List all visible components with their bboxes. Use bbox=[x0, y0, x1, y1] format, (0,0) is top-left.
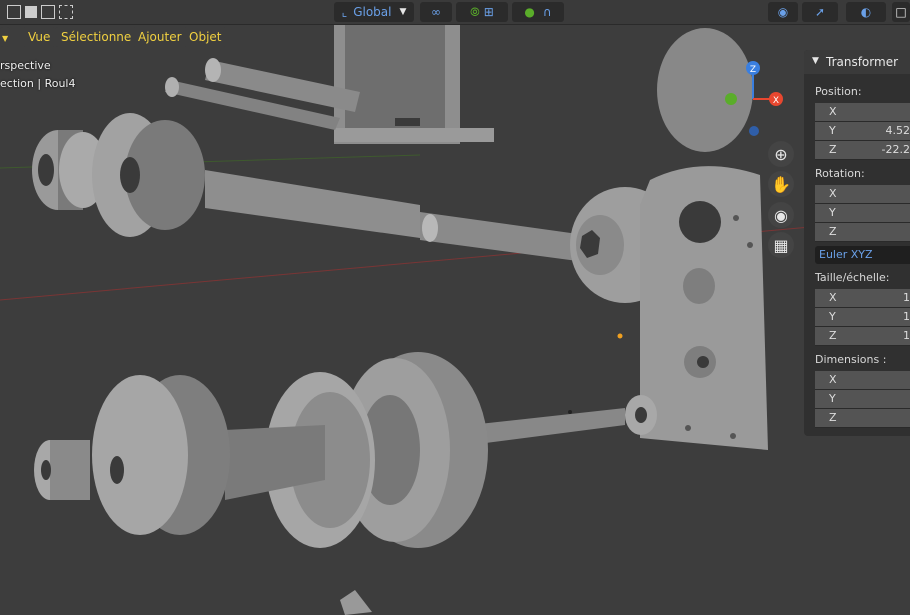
header-bar: ⌞ Global ▼ ∞ ⦾ ⊞ ● ∩ ◉ ➚ ◐ □ bbox=[0, 0, 910, 25]
editor-type-dropdown[interactable]: ▼ bbox=[0, 27, 10, 47]
overlay-icon: ◐ bbox=[860, 5, 872, 19]
select-new-icon[interactable] bbox=[7, 5, 21, 19]
dimensions-z-field[interactable]: Z bbox=[815, 409, 910, 428]
pivot-dropdown[interactable]: ∞ bbox=[420, 2, 452, 22]
scale-x-value: 1 bbox=[903, 291, 910, 304]
dimensions-x-field[interactable]: X bbox=[815, 371, 910, 390]
axis-y-label: Y bbox=[829, 392, 836, 405]
pan-button[interactable]: ✋ bbox=[768, 171, 794, 197]
gizmo-z-label: Z bbox=[750, 65, 756, 75]
select-intersect-icon[interactable] bbox=[59, 5, 73, 19]
overlay-dropdown[interactable]: ◐ bbox=[846, 2, 886, 22]
rotation-x-field[interactable]: X bbox=[815, 185, 910, 204]
motor-plate bbox=[640, 166, 768, 450]
axis-z-label: Z bbox=[829, 329, 837, 342]
axis-z-label: Z bbox=[829, 411, 837, 424]
lower-shaft bbox=[470, 408, 625, 445]
axis-x-label: X bbox=[829, 105, 837, 118]
snap-target-icon[interactable]: ⊞ bbox=[484, 5, 494, 19]
snap-icon[interactable]: ⦾ bbox=[470, 5, 480, 20]
gizmo-dropdown[interactable]: ➚ bbox=[802, 2, 838, 22]
gizmo-x-label: X bbox=[773, 96, 779, 106]
dimensions-y-field[interactable]: Y bbox=[815, 390, 910, 409]
menu-ajouter[interactable]: Ajouter bbox=[132, 27, 188, 47]
position-z-field[interactable]: Z -22.2 bbox=[815, 141, 910, 160]
axis-z-label: Z bbox=[829, 225, 837, 238]
grid-icon: ▦ bbox=[773, 235, 789, 255]
camera-icon: ◉ bbox=[774, 205, 788, 225]
orientation-icon: ⌞ bbox=[341, 5, 348, 19]
transform-panel-header[interactable]: ▼ Transformer bbox=[804, 50, 910, 74]
viewport-menu-bar: ▼ Vue Sélectionner Ajouter Objet bbox=[0, 24, 600, 50]
camera-view-button[interactable]: ◉ bbox=[768, 202, 794, 228]
axis-x-label: X bbox=[829, 187, 837, 200]
dimensions-label: Dimensions : bbox=[815, 353, 887, 366]
rotation-label: Rotation: bbox=[815, 167, 865, 180]
axis-z-label: Z bbox=[829, 143, 837, 156]
part-fragment bbox=[340, 590, 372, 615]
gizmo-neg-z bbox=[749, 126, 759, 136]
chevron-down-icon: ▼ bbox=[2, 34, 9, 43]
falloff-icon[interactable]: ∩ bbox=[543, 5, 552, 19]
transform-orientation-dropdown[interactable]: ⌞ Global ▼ bbox=[334, 2, 414, 22]
hand-icon: ✋ bbox=[771, 174, 791, 194]
spacer-bottom-left bbox=[34, 440, 90, 500]
axis-y-label: Y bbox=[829, 206, 836, 219]
scale-y-value: 1 bbox=[903, 310, 910, 323]
perspective-toggle-button[interactable]: ▦ bbox=[768, 232, 794, 258]
visibility-dropdown[interactable]: ◉ bbox=[768, 2, 798, 22]
select-extend-icon[interactable] bbox=[25, 6, 37, 18]
gizmo-y-axis bbox=[725, 93, 737, 105]
rotation-mode-label: Euler XYZ bbox=[819, 248, 873, 261]
position-x-field[interactable]: X bbox=[815, 103, 910, 122]
rod-top bbox=[165, 58, 360, 130]
sidebar-panel: ▼ Transformer Position: X Y 4.52 Z -22.2 R… bbox=[804, 50, 910, 436]
rotation-mode-dropdown[interactable]: Euler XYZ bbox=[815, 246, 910, 264]
zoom-button[interactable]: ⊕ bbox=[768, 141, 794, 167]
menu-selectionner[interactable]: Sélectionner bbox=[55, 27, 143, 47]
axis-x-label: X bbox=[829, 373, 837, 386]
eye-icon: ◉ bbox=[777, 5, 789, 19]
scale-label: Taille/échelle: bbox=[815, 271, 890, 284]
panel-title: Transformer bbox=[826, 55, 899, 69]
link-icon: ∞ bbox=[431, 5, 441, 19]
select-subtract-icon[interactable] bbox=[41, 5, 55, 19]
scale-y-field[interactable]: Y1 bbox=[815, 308, 910, 327]
xray-icon: □ bbox=[895, 5, 907, 19]
scale-x-field[interactable]: X1 bbox=[815, 289, 910, 308]
scale-z-value: 1 bbox=[903, 329, 910, 342]
select-mode-group[interactable] bbox=[0, 2, 80, 22]
xray-button[interactable]: □ bbox=[892, 2, 910, 22]
position-y-value: 4.52 bbox=[885, 124, 910, 137]
menu-objet[interactable]: Objet bbox=[183, 27, 228, 47]
navigation-gizmo[interactable]: Z X bbox=[720, 58, 790, 143]
position-z-value: -22.2 bbox=[881, 143, 910, 156]
gear-bottom-left bbox=[92, 375, 230, 535]
snap-group[interactable]: ⦾ ⊞ bbox=[456, 2, 508, 22]
axis-x-label: X bbox=[829, 291, 837, 304]
orientation-label: Global bbox=[353, 5, 392, 19]
scale-z-field[interactable]: Z1 bbox=[815, 327, 910, 346]
gear-top-left bbox=[92, 113, 205, 237]
proportional-edit-group[interactable]: ● ∩ bbox=[512, 2, 564, 22]
menu-vue[interactable]: Vue bbox=[22, 27, 57, 47]
zoom-icon: ⊕ bbox=[774, 144, 788, 164]
hex-shaft bbox=[205, 170, 420, 238]
proportional-icon[interactable]: ● bbox=[524, 5, 534, 19]
rotation-z-field[interactable]: Z bbox=[815, 223, 910, 242]
gizmo-icon: ➚ bbox=[814, 5, 826, 19]
collection-label: ection | Roul4 bbox=[0, 77, 76, 90]
position-y-field[interactable]: Y 4.52 bbox=[815, 122, 910, 141]
chevron-down-icon: ▼ bbox=[399, 7, 407, 17]
axis-y-label: Y bbox=[829, 310, 836, 323]
axis-y-label: Y bbox=[829, 124, 836, 137]
origin-point bbox=[617, 333, 623, 339]
collapse-arrow-icon: ▼ bbox=[812, 56, 819, 66]
3d-viewport[interactable]: ⌞ Global ▼ ∞ ⦾ ⊞ ● ∩ ◉ ➚ ◐ □ ▼ Vue Sélec… bbox=[0, 0, 910, 615]
position-label: Position: bbox=[815, 85, 862, 98]
rotation-y-field[interactable]: Y bbox=[815, 204, 910, 223]
view-name: rspective bbox=[0, 59, 51, 72]
